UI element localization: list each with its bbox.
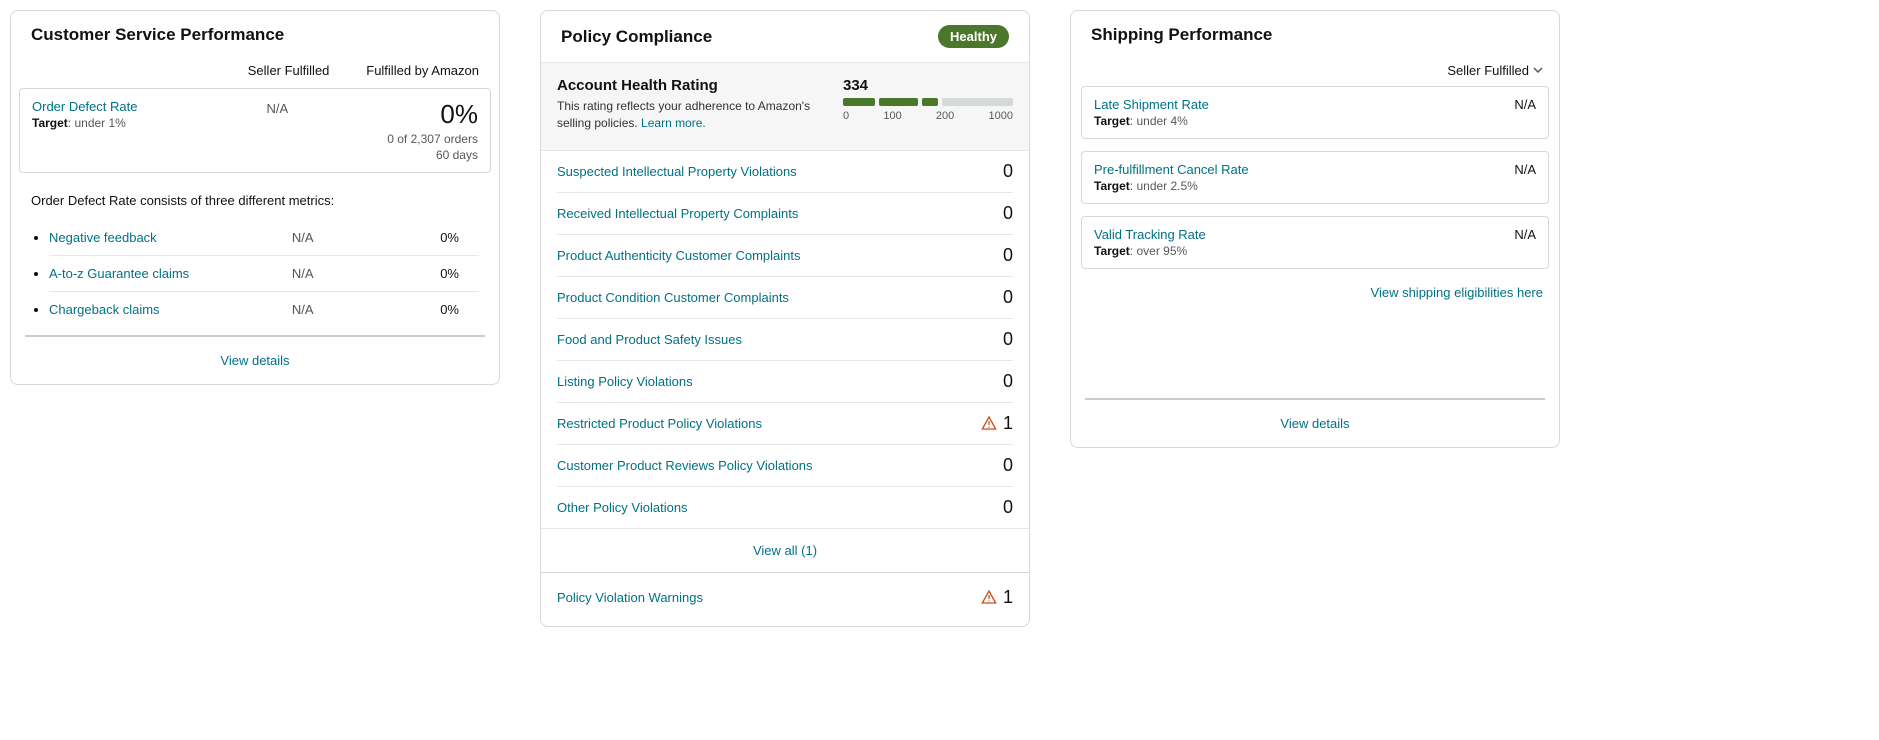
metric-value: N/A: [1514, 162, 1536, 193]
valid-tracking-rate-box: Valid Tracking Rate Target: over 95% N/A: [1081, 216, 1549, 269]
odr-fba-sub2: 60 days: [322, 148, 478, 162]
compliance-link[interactable]: Product Authenticity Customer Complaints: [557, 248, 801, 263]
compliance-row: Product Authenticity Customer Complaints…: [557, 235, 1013, 277]
compliance-link[interactable]: Received Intellectual Property Complaint…: [557, 206, 798, 221]
learn-more-link[interactable]: Learn more.: [641, 116, 706, 130]
policy-violation-warnings-link[interactable]: Policy Violation Warnings: [557, 590, 703, 605]
compliance-link[interactable]: Customer Product Reviews Policy Violatio…: [557, 458, 813, 473]
odr-sub-metrics: Negative feedback N/A 0% A-to-z Guarante…: [49, 220, 479, 327]
atoz-claims-link[interactable]: A-to-z Guarantee claims: [49, 266, 189, 281]
shipping-filter-dropdown[interactable]: Seller Fulfilled: [1071, 59, 1559, 86]
compliance-row: Food and Product Safety Issues 0: [557, 319, 1013, 361]
column-headers: Seller Fulfilled Fulfilled by Amazon: [11, 59, 499, 88]
panel-shipping-performance: Shipping Performance Seller Fulfilled La…: [1070, 10, 1560, 448]
panel-title: Shipping Performance: [1091, 25, 1272, 45]
odr-description: Order Defect Rate consists of three diff…: [11, 185, 499, 212]
metric-seller-val: N/A: [255, 266, 350, 281]
policy-violation-warnings-row: Policy Violation Warnings 1: [541, 572, 1029, 626]
odr-link[interactable]: Order Defect Rate: [32, 99, 138, 114]
compliance-row: Suspected Intellectual Property Violatio…: [557, 151, 1013, 193]
compliance-count: 1: [981, 413, 1013, 434]
view-details-link[interactable]: View details: [220, 353, 289, 368]
account-health-rating-box: Account Health Rating This rating reflec…: [541, 62, 1029, 151]
compliance-link[interactable]: Food and Product Safety Issues: [557, 332, 742, 347]
compliance-row: Received Intellectual Property Complaint…: [557, 193, 1013, 235]
metric-value: N/A: [1514, 97, 1536, 128]
ahr-ticks: 0 100 200 1000: [843, 110, 1013, 122]
compliance-count: 0: [1003, 287, 1013, 308]
metric-fba-val: 0%: [350, 302, 479, 317]
compliance-count: 0: [1003, 371, 1013, 392]
late-shipment-rate-link[interactable]: Late Shipment Rate: [1094, 97, 1209, 112]
chargeback-claims-link[interactable]: Chargeback claims: [49, 302, 160, 317]
panel-footer: View details: [25, 335, 485, 384]
panel-title: Policy Compliance: [561, 27, 712, 47]
compliance-count: 0: [1003, 203, 1013, 224]
compliance-row: Listing Policy Violations 0: [557, 361, 1013, 403]
panel-title: Customer Service Performance: [31, 25, 284, 45]
list-item: Negative feedback N/A 0%: [49, 220, 479, 255]
panel-header: Customer Service Performance: [11, 11, 499, 59]
list-item: A-to-z Guarantee claims N/A 0%: [49, 255, 479, 291]
compliance-count: 0: [1003, 245, 1013, 266]
panel-header: Policy Compliance Healthy: [541, 11, 1029, 62]
odr-seller-val: N/A: [233, 99, 322, 162]
warning-icon: [981, 589, 997, 605]
view-all-bar: View all (1): [541, 528, 1029, 572]
ahr-description: This rating reflects your adherence to A…: [557, 98, 819, 132]
compliance-row: Other Policy Violations 0: [557, 487, 1013, 528]
compliance-link[interactable]: Restricted Product Policy Violations: [557, 416, 762, 431]
compliance-link[interactable]: Suspected Intellectual Property Violatio…: [557, 164, 797, 179]
valid-tracking-rate-link[interactable]: Valid Tracking Rate: [1094, 227, 1206, 242]
ahr-progress-bar: [843, 98, 1013, 106]
compliance-link[interactable]: Listing Policy Violations: [557, 374, 693, 389]
chevron-down-icon: [1533, 63, 1543, 78]
odr-fba-sub1: 0 of 2,307 orders: [322, 132, 478, 146]
metric-fba-val: 0%: [350, 230, 479, 245]
col-fba: Fulfilled by Amazon: [345, 63, 479, 78]
panel-customer-service: Customer Service Performance Seller Fulf…: [10, 10, 500, 385]
ahr-title: Account Health Rating: [557, 77, 819, 94]
odr-target: Target: under 1%: [32, 116, 233, 130]
compliance-count: 0: [1003, 497, 1013, 518]
compliance-row: Product Condition Customer Complaints 0: [557, 277, 1013, 319]
odr-metric-box: Order Defect Rate Target: under 1% N/A 0…: [19, 88, 491, 173]
panel-policy-compliance: Policy Compliance Healthy Account Health…: [540, 10, 1030, 627]
metric-seller-val: N/A: [255, 302, 350, 317]
odr-fba-pct: 0%: [322, 99, 478, 130]
view-all-link[interactable]: View all (1): [753, 543, 817, 558]
late-shipment-rate-box: Late Shipment Rate Target: under 4% N/A: [1081, 86, 1549, 139]
col-seller-fulfilled: Seller Fulfilled: [233, 63, 345, 78]
negative-feedback-link[interactable]: Negative feedback: [49, 230, 157, 245]
compliance-count: 0: [1003, 161, 1013, 182]
metric-value: N/A: [1514, 227, 1536, 258]
view-details-link[interactable]: View details: [1280, 416, 1349, 431]
warning-icon: [981, 415, 997, 431]
compliance-link[interactable]: Other Policy Violations: [557, 500, 688, 515]
panel-footer: View details: [1085, 398, 1545, 447]
compliance-link[interactable]: Product Condition Customer Complaints: [557, 290, 789, 305]
compliance-row: Restricted Product Policy Violations 1: [557, 403, 1013, 445]
eligibility-link-row: View shipping eligibilities here: [1071, 281, 1559, 308]
view-shipping-eligibilities-link[interactable]: View shipping eligibilities here: [1371, 285, 1543, 300]
pre-fulfillment-cancel-rate-box: Pre-fulfillment Cancel Rate Target: unde…: [1081, 151, 1549, 204]
compliance-list: Suspected Intellectual Property Violatio…: [541, 151, 1029, 528]
ahr-score: 334: [843, 77, 1013, 94]
pre-fulfillment-cancel-rate-link[interactable]: Pre-fulfillment Cancel Rate: [1094, 162, 1249, 177]
metric-seller-val: N/A: [255, 230, 350, 245]
metric-fba-val: 0%: [350, 266, 479, 281]
panel-header: Shipping Performance: [1071, 11, 1559, 59]
list-item: Chargeback claims N/A 0%: [49, 291, 479, 327]
compliance-count: 0: [1003, 329, 1013, 350]
healthy-badge: Healthy: [938, 25, 1009, 48]
policy-warning-count: 1: [981, 587, 1013, 608]
compliance-count: 0: [1003, 455, 1013, 476]
compliance-row: Customer Product Reviews Policy Violatio…: [557, 445, 1013, 487]
dashboard: Customer Service Performance Seller Fulf…: [10, 10, 1869, 627]
